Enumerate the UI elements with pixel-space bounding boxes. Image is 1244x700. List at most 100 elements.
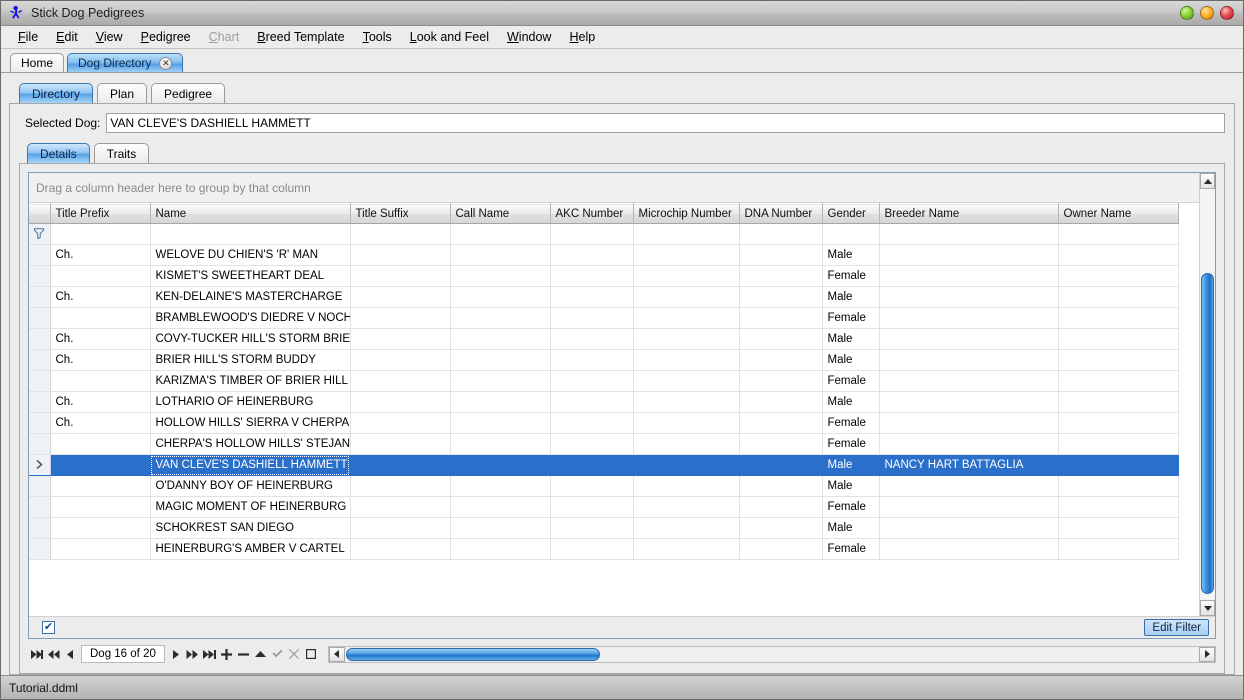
cell-owner-name[interactable] — [1058, 287, 1178, 308]
tab-plan[interactable]: Plan — [97, 83, 147, 103]
cell-owner-name[interactable] — [1058, 245, 1178, 266]
cell-microchip-number[interactable] — [633, 371, 739, 392]
cell-call-name[interactable] — [450, 539, 550, 560]
table-row[interactable]: O'DANNY BOY OF HEINERBURG Male — [29, 476, 1178, 497]
menu-breed-template[interactable]: Breed Template — [248, 28, 353, 46]
cell-akc-number[interactable] — [550, 371, 633, 392]
cell-akc-number[interactable] — [550, 266, 633, 287]
cell-akc-number[interactable] — [550, 287, 633, 308]
cell-name[interactable]: WELOVE DU CHIEN'S 'R' MAN — [150, 245, 350, 266]
cell-owner-name[interactable] — [1058, 266, 1178, 287]
cell-dna-number[interactable] — [739, 497, 822, 518]
scroll-right-button[interactable] — [1199, 647, 1215, 662]
cell-microchip-number[interactable] — [633, 266, 739, 287]
scroll-up-button[interactable] — [1200, 173, 1215, 189]
table-row[interactable]: HEINERBURG'S AMBER V CARTELFemale — [29, 539, 1178, 560]
row-indicator[interactable] — [29, 350, 50, 371]
cell-microchip-number[interactable] — [633, 287, 739, 308]
cell-microchip-number[interactable] — [633, 539, 739, 560]
cell-title-prefix[interactable] — [50, 308, 150, 329]
cell-microchip-number[interactable] — [633, 434, 739, 455]
row-indicator[interactable] — [29, 518, 50, 539]
cell-akc-number[interactable] — [550, 329, 633, 350]
filter-cell-name[interactable] — [150, 224, 350, 245]
cell-title-suffix[interactable] — [350, 392, 450, 413]
cell-dna-number[interactable] — [739, 455, 822, 476]
row-indicator[interactable] — [29, 539, 50, 560]
cell-call-name[interactable] — [450, 371, 550, 392]
table-row[interactable]: KARIZMA'S TIMBER OF BRIER HILLFemale — [29, 371, 1178, 392]
cell-title-suffix[interactable] — [350, 476, 450, 497]
next-record-button[interactable] — [167, 645, 184, 663]
maximize-button[interactable] — [1200, 6, 1214, 20]
column-header-breeder-name[interactable]: Breeder Name — [879, 204, 1058, 224]
cell-microchip-number[interactable] — [633, 245, 739, 266]
vertical-scroll-track[interactable] — [1200, 189, 1215, 600]
cell-breeder-name[interactable] — [879, 350, 1058, 371]
cell-gender[interactable]: Male — [822, 476, 879, 497]
post-edit-button[interactable] — [269, 645, 286, 663]
cell-akc-number[interactable] — [550, 413, 633, 434]
cell-akc-number[interactable] — [550, 476, 633, 497]
cell-title-suffix[interactable] — [350, 287, 450, 308]
close-button[interactable] — [1220, 6, 1234, 20]
table-row[interactable]: SCHOKREST SAN DIEGOMale — [29, 518, 1178, 539]
cell-call-name[interactable] — [450, 455, 550, 476]
cell-call-name[interactable] — [450, 329, 550, 350]
table-row[interactable]: Ch.BRIER HILL'S STORM BUDDYMale — [29, 350, 1178, 371]
cell-title-suffix[interactable] — [350, 497, 450, 518]
cell-dna-number[interactable] — [739, 371, 822, 392]
cell-title-suffix[interactable] — [350, 350, 450, 371]
cell-title-prefix[interactable]: Ch. — [50, 413, 150, 434]
cell-breeder-name[interactable] — [879, 392, 1058, 413]
cell-gender[interactable]: Female — [822, 497, 879, 518]
row-indicator-current[interactable] — [29, 455, 50, 476]
cell-call-name[interactable] — [450, 245, 550, 266]
cell-call-name[interactable] — [450, 518, 550, 539]
cell-call-name[interactable] — [450, 497, 550, 518]
cell-name[interactable]: KISMET'S SWEETHEART DEAL — [150, 266, 350, 287]
filter-cell-title-prefix[interactable] — [50, 224, 150, 245]
edit-filter-button[interactable]: Edit Filter — [1144, 619, 1209, 636]
cell-breeder-name[interactable] — [879, 371, 1058, 392]
row-indicator[interactable] — [29, 392, 50, 413]
column-header-title-suffix[interactable]: Title Suffix — [350, 204, 450, 224]
filter-cell-dna-number[interactable] — [739, 224, 822, 245]
cell-akc-number[interactable] — [550, 518, 633, 539]
cell-gender[interactable]: Female — [822, 308, 879, 329]
last-record-button[interactable] — [201, 645, 218, 663]
cell-owner-name[interactable] — [1058, 497, 1178, 518]
cell-title-prefix[interactable]: Ch. — [50, 392, 150, 413]
prior-page-button[interactable] — [45, 645, 62, 663]
cell-title-prefix[interactable] — [50, 476, 150, 497]
cell-call-name[interactable] — [450, 476, 550, 497]
row-indicator[interactable] — [29, 245, 50, 266]
cell-microchip-number[interactable] — [633, 329, 739, 350]
cell-name[interactable]: O'DANNY BOY OF HEINERBURG — [150, 476, 350, 497]
cell-name[interactable]: BRIER HILL'S STORM BUDDY — [150, 350, 350, 371]
filter-funnel-icon[interactable] — [29, 224, 50, 245]
cell-owner-name[interactable] — [1058, 392, 1178, 413]
first-record-button[interactable] — [28, 645, 45, 663]
cell-microchip-number[interactable] — [633, 413, 739, 434]
menu-view[interactable]: View — [87, 28, 132, 46]
scroll-left-button[interactable] — [329, 647, 345, 662]
cell-title-prefix[interactable] — [50, 371, 150, 392]
cell-dna-number[interactable] — [739, 518, 822, 539]
scroll-down-button[interactable] — [1200, 600, 1215, 616]
cell-gender[interactable]: Female — [822, 539, 879, 560]
table-row[interactable]: CHERPA'S HOLLOW HILLS' STEJANFemale — [29, 434, 1178, 455]
cell-title-suffix[interactable] — [350, 518, 450, 539]
cell-title-suffix[interactable] — [350, 539, 450, 560]
column-header-title-prefix[interactable]: Title Prefix — [50, 204, 150, 224]
cell-microchip-number[interactable] — [633, 392, 739, 413]
close-icon[interactable]: ✕ — [159, 57, 172, 70]
filter-cell-akc-number[interactable] — [550, 224, 633, 245]
cell-owner-name[interactable] — [1058, 371, 1178, 392]
cell-akc-number[interactable] — [550, 350, 633, 371]
filter-cell-title-suffix[interactable] — [350, 224, 450, 245]
row-indicator[interactable] — [29, 476, 50, 497]
cell-breeder-name[interactable] — [879, 413, 1058, 434]
cell-call-name[interactable] — [450, 434, 550, 455]
cell-gender[interactable]: Female — [822, 434, 879, 455]
